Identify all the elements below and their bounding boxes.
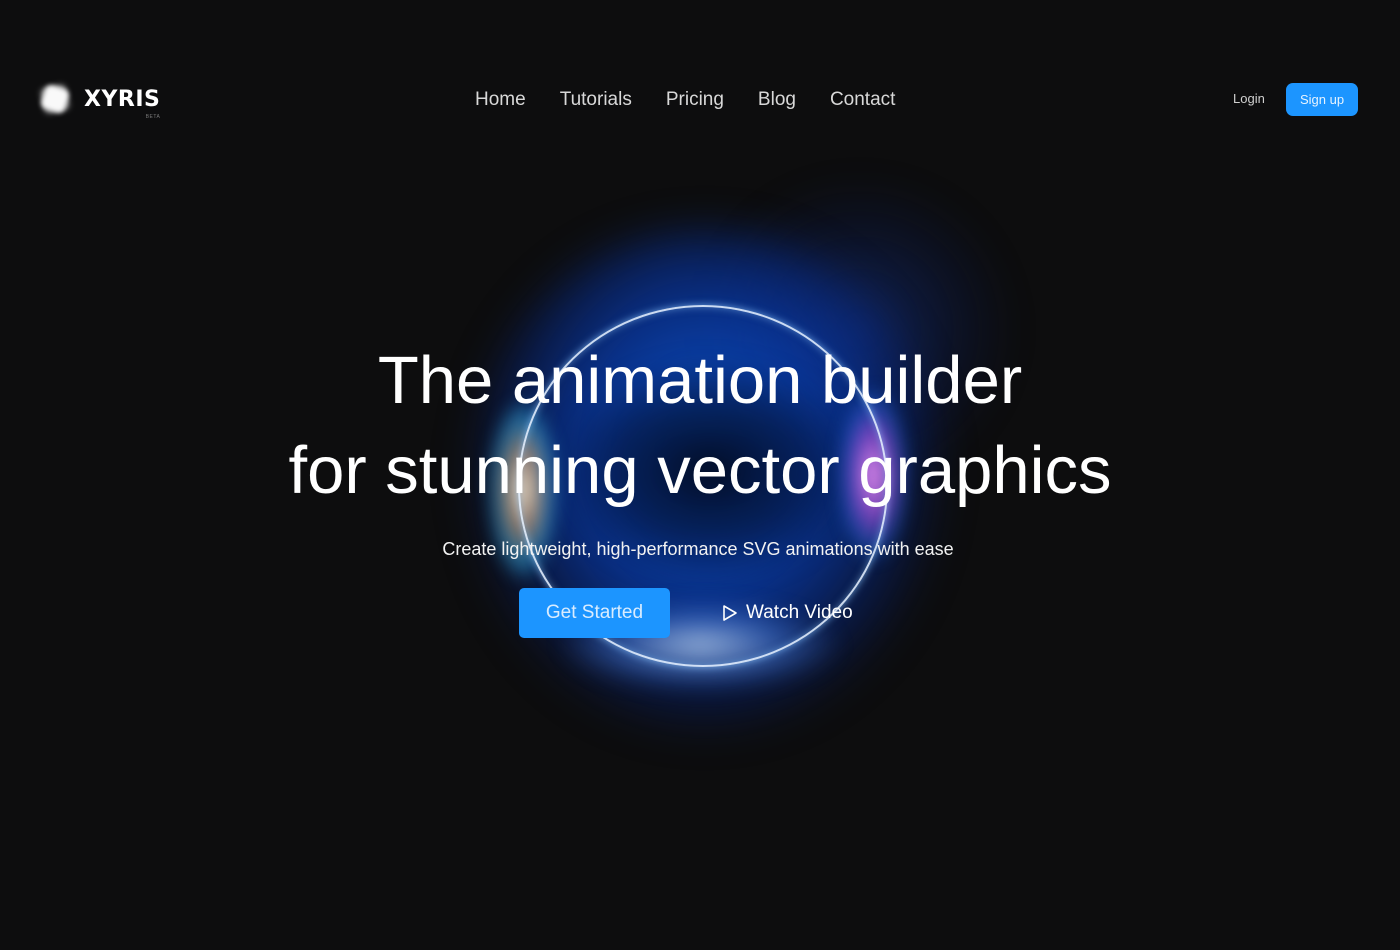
blurred-square-glow-icon xyxy=(38,82,72,116)
site-header: XYRIS BETA Home Tutorials Pricing Blog C… xyxy=(0,0,1400,200)
play-outline-icon xyxy=(723,605,737,621)
brand-logo[interactable]: XYRIS BETA xyxy=(38,82,161,120)
hero-title-line-2: for stunning vector graphics xyxy=(288,433,1112,508)
nav-item-home[interactable]: Home xyxy=(475,88,526,112)
login-link[interactable]: Login xyxy=(1233,91,1265,106)
watch-video-label: Watch Video xyxy=(746,602,853,623)
signup-button[interactable]: Sign up xyxy=(1286,83,1358,116)
get-started-button[interactable]: Get Started xyxy=(519,588,670,638)
main-nav: Home Tutorials Pricing Blog Contact xyxy=(475,88,929,112)
watch-video-button[interactable]: Watch Video xyxy=(722,600,853,626)
nav-item-tutorials[interactable]: Tutorials xyxy=(560,88,632,112)
hero-title-line-1: The animation builder xyxy=(377,343,1023,418)
nav-item-blog[interactable]: Blog xyxy=(758,88,796,112)
hero-subtitle: Create lightweight, high-performance SVG… xyxy=(442,539,954,559)
brand-name: XYRIS xyxy=(84,86,161,112)
beta-badge: BETA xyxy=(145,113,161,120)
brand-wordmark: XYRIS BETA xyxy=(84,86,161,120)
hero-title: The animation builder for stunning vecto… xyxy=(0,336,1400,516)
nav-item-pricing[interactable]: Pricing xyxy=(666,88,724,112)
nav-item-contact[interactable]: Contact xyxy=(830,88,895,112)
